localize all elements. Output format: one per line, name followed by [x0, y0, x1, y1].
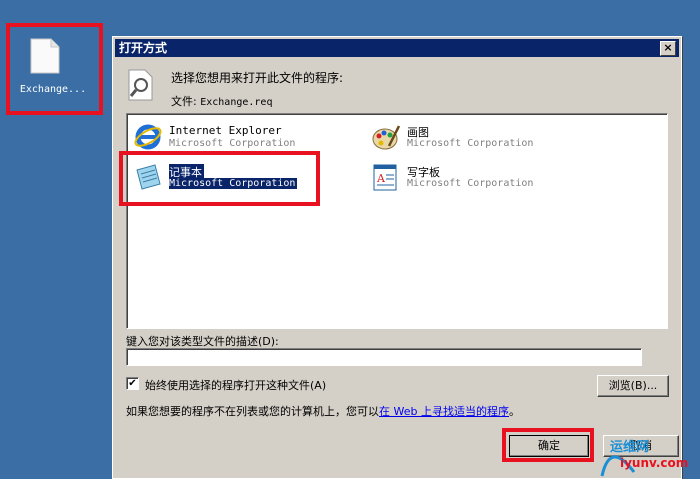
open-with-dialog: 打开方式 × 选择您想用来打开此文件的程序: 文件: Exchange.req … — [112, 36, 682, 479]
program-list[interactable]: Internet Explorer Microsoft Corporation … — [126, 113, 668, 329]
always-use-label: 始终使用选择的程序打开这种文件(A) — [145, 379, 327, 392]
highlight-box-notepad — [119, 151, 320, 206]
hint-suffix: 。 — [508, 405, 520, 418]
program-name: Internet Explorer — [169, 124, 282, 137]
file-info: 文件: Exchange.req — [171, 93, 272, 109]
web-search-link[interactable]: 在 Web 上寻找适当的程序 — [379, 405, 509, 418]
always-use-checkbox[interactable]: ✔ — [126, 377, 139, 390]
hint-text: 如果您想要的程序不在列表或您的计算机上，您可以在 Web 上寻找适当的程序。 — [126, 403, 520, 419]
close-icon: × — [663, 41, 673, 54]
close-button[interactable]: × — [660, 41, 676, 56]
browse-button-label: 浏览(B)... — [608, 379, 658, 392]
dialog-title: 打开方式 — [119, 41, 168, 55]
file-name: Exchange.req — [200, 97, 273, 108]
svg-text:A: A — [376, 172, 386, 185]
prompt-text: 选择您想用来打开此文件的程序: — [171, 71, 344, 85]
description-label: 键入您对该类型文件的描述(D): — [126, 335, 279, 348]
program-corp: Microsoft Corporation — [407, 178, 534, 189]
search-file-icon — [128, 69, 153, 101]
paint-icon — [372, 125, 401, 150]
watermark-text: 运维网 — [610, 440, 650, 455]
description-input[interactable] — [126, 348, 642, 366]
hint-prefix: 如果您想要的程序不在列表或您的计算机上，您可以 — [126, 405, 379, 418]
wordpad-icon: A — [373, 164, 397, 191]
highlight-box-ok — [502, 428, 594, 462]
watermark-url: iyunv.com — [620, 456, 689, 470]
internet-explorer-icon — [134, 124, 162, 150]
program-item-paint[interactable]: 画图 Microsoft Corporation — [371, 118, 591, 154]
program-item-wordpad[interactable]: A 写字板 Microsoft Corporation — [371, 158, 591, 194]
program-corp: Microsoft Corporation — [407, 138, 534, 149]
browse-button[interactable]: 浏览(B)... — [597, 375, 669, 397]
program-corp: Microsoft Corporation — [169, 138, 296, 149]
dialog-titlebar[interactable]: 打开方式 × — [115, 39, 679, 57]
highlight-box-file — [6, 23, 103, 115]
checkmark-icon: ✔ — [128, 378, 137, 389]
file-prefix: 文件: — [171, 95, 197, 108]
program-item-internet-explorer[interactable]: Internet Explorer Microsoft Corporation — [133, 118, 353, 154]
